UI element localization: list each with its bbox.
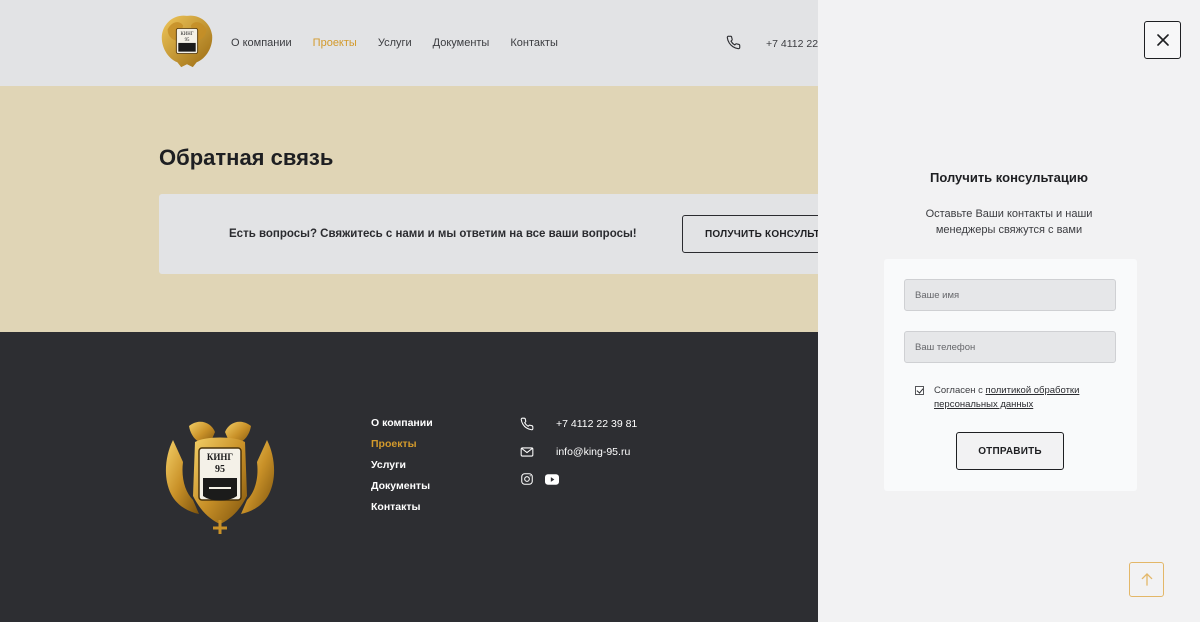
nav-item-about[interactable]: О компании — [231, 37, 292, 49]
footer-nav-services[interactable]: Услуги — [371, 459, 433, 471]
consent-label: Согласен с политикой обработки персональ… — [934, 384, 1114, 412]
submit-button[interactable]: ОТПРАВИТЬ — [956, 432, 1064, 470]
phone-input[interactable] — [904, 331, 1116, 363]
footer-nav-about[interactable]: О компании — [371, 417, 433, 429]
footer-nav-projects[interactable]: Проекты — [371, 438, 433, 450]
consultation-panel: Получить консультацию Оставьте Ваши конт… — [818, 0, 1200, 622]
panel-title: Получить консультацию — [930, 170, 1088, 185]
logo-emblem-icon[interactable]: КИНГ 95 — [158, 12, 216, 70]
logo-text: КИНГ — [181, 32, 194, 37]
footer-nav: О компании Проекты Услуги Документы Конт… — [371, 417, 433, 513]
close-icon — [1156, 34, 1169, 46]
footer-phone-text: +7 4112 22 39 81 — [556, 418, 638, 430]
footer-logo-text: КИНГ — [207, 452, 234, 462]
nav-item-contacts[interactable]: Контакты — [510, 37, 558, 49]
logo-number: 95 — [185, 38, 190, 43]
nav-item-projects[interactable]: Проекты — [313, 37, 357, 49]
consent-checkbox[interactable] — [915, 386, 924, 395]
phone-icon — [520, 417, 534, 431]
arrow-up-icon — [1141, 573, 1152, 586]
cta-box: Есть вопросы? Свяжитесь с нами и мы отве… — [159, 194, 859, 274]
youtube-icon[interactable] — [545, 473, 559, 485]
cta-text: Есть вопросы? Свяжитесь с нами и мы отве… — [229, 228, 637, 240]
name-input[interactable] — [904, 279, 1116, 311]
footer-phone[interactable]: +7 4112 22 39 81 — [520, 417, 637, 431]
consultation-form: Согласен с политикой обработки персональ… — [884, 259, 1137, 491]
footer-logo-number: 95 — [215, 464, 225, 475]
footer-logo-emblem-icon[interactable]: КИНГ 95 — [159, 416, 281, 534]
footer-email[interactable]: info@king-95.ru — [520, 445, 630, 459]
nav-item-documents[interactable]: Документы — [433, 37, 490, 49]
close-button[interactable] — [1144, 21, 1181, 59]
main-nav: О компании Проекты Услуги Документы Конт… — [231, 37, 558, 49]
footer-nav-contacts[interactable]: Контакты — [371, 501, 433, 513]
consent-prefix: Согласен с — [934, 385, 986, 396]
instagram-icon[interactable] — [520, 472, 534, 486]
footer-socials — [520, 472, 559, 486]
panel-subtitle: Оставьте Ваши контакты и наши менеджеры … — [925, 208, 1093, 236]
mail-icon — [520, 447, 534, 457]
footer-email-text: info@king-95.ru — [556, 446, 631, 458]
nav-item-services[interactable]: Услуги — [378, 37, 412, 49]
page-title: Обратная связь — [159, 145, 334, 170]
scroll-to-top-button[interactable] — [1129, 562, 1164, 597]
footer-nav-documents[interactable]: Документы — [371, 480, 433, 492]
phone-icon — [726, 35, 741, 50]
